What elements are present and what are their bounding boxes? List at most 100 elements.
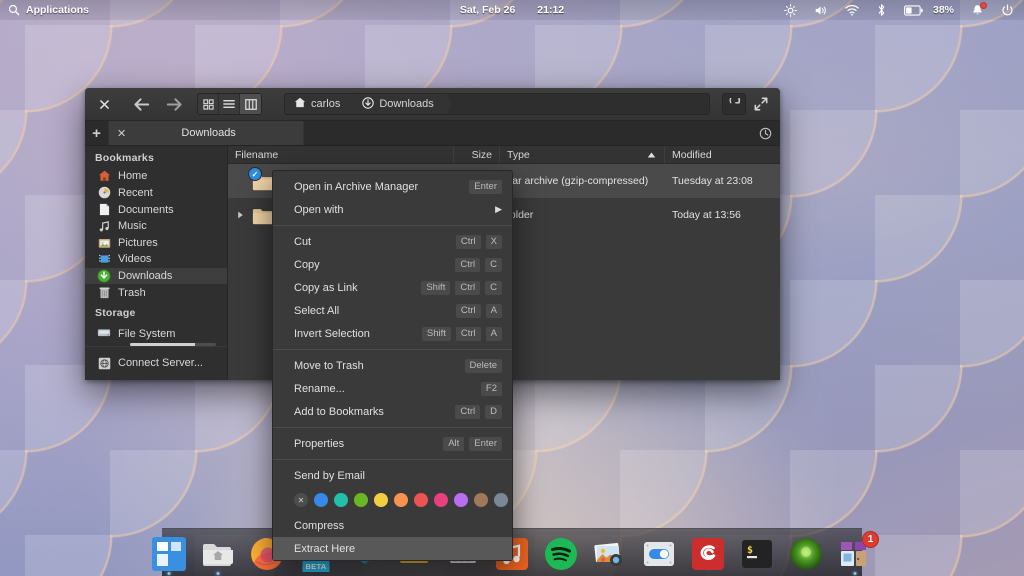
applications-menu-label[interactable]: Applications [26, 4, 89, 16]
sidebar-item-recent[interactable]: Recent [85, 185, 227, 202]
menu-item-shortcut: ShiftCtrlC [421, 281, 502, 295]
shortcut-key: D [485, 405, 502, 419]
color-swatch-no-color[interactable]: ✕ [294, 493, 308, 507]
notification-bell-icon[interactable] [971, 4, 984, 17]
grid-view-button[interactable] [198, 94, 219, 114]
beta-tag: BETA [302, 561, 329, 572]
menu-item-open-with[interactable]: Open with▶ [273, 198, 512, 221]
color-swatch-yellow[interactable] [374, 493, 388, 507]
menu-item-move-to-trash[interactable]: Move to TrashDelete [273, 354, 512, 377]
dock-item-terminal[interactable]: $ [738, 535, 776, 573]
view-mode-switcher[interactable] [197, 93, 262, 115]
color-swatch-red[interactable] [414, 493, 428, 507]
menu-item-shortcut: Enter [469, 180, 502, 194]
sidebar-item-pictures[interactable]: Pictures [85, 235, 227, 252]
menu-item-copy[interactable]: CopyCtrlC [273, 253, 512, 276]
documents-icon [97, 203, 111, 217]
color-tag-row: ✕ [273, 487, 512, 514]
menu-item-send-by-email[interactable]: Send by Email [273, 464, 512, 487]
menu-item-label: Properties [294, 438, 437, 450]
color-swatch-brown[interactable] [474, 493, 488, 507]
connect-server-icon [97, 356, 111, 370]
breadcrumb-item-downloads[interactable]: Downloads [353, 94, 446, 114]
column-header-filename[interactable]: Filename [228, 146, 454, 163]
menu-item-add-to-bookmarks[interactable]: Add to BookmarksCtrlD [273, 400, 512, 423]
column-view-button[interactable] [240, 94, 261, 114]
refresh-icon[interactable] [722, 93, 746, 115]
sidebar-footer: Connect Server... [85, 346, 227, 380]
dock-item-app-launcher[interactable] [150, 535, 188, 573]
brightness-icon[interactable] [784, 4, 797, 17]
tab-downloads[interactable]: ✕ Downloads [108, 121, 304, 145]
download-icon [362, 97, 374, 112]
notification-badge-dot [980, 2, 987, 9]
back-button[interactable] [131, 93, 153, 115]
color-swatch-orange[interactable] [394, 493, 408, 507]
menu-separator [273, 349, 512, 350]
tab-bar-spacer [304, 121, 750, 145]
tab-close-icon[interactable]: ✕ [109, 127, 134, 140]
battery-icon[interactable]: 38% [904, 4, 954, 16]
running-indicator [854, 572, 857, 575]
color-swatch-teal[interactable] [334, 493, 348, 507]
menu-item-shortcut: CtrlC [455, 258, 502, 272]
color-swatch-pink[interactable] [434, 493, 448, 507]
menu-item-compress[interactable]: Compress [273, 514, 512, 537]
menu-item-label: Cut [294, 236, 450, 248]
menu-item-properties[interactable]: PropertiesAltEnter [273, 432, 512, 455]
menu-item-invert-selection[interactable]: Invert SelectionShiftCtrlA [273, 322, 512, 345]
menu-item-open-in-archive-manager[interactable]: Open in Archive ManagerEnter [273, 175, 512, 198]
search-icon[interactable] [8, 4, 20, 16]
sidebar-item-documents[interactable]: Documents [85, 201, 227, 218]
sidebar-item-trash[interactable]: Trash [85, 284, 227, 301]
history-icon[interactable] [750, 121, 780, 145]
menu-item-rename[interactable]: Rename...F2 [273, 377, 512, 400]
column-header-type[interactable]: Type [500, 146, 665, 163]
menu-item-select-all[interactable]: Select AllCtrlA [273, 299, 512, 322]
power-icon[interactable] [1001, 4, 1014, 17]
menu-item-cut[interactable]: CutCtrlX [273, 230, 512, 253]
color-swatch-green[interactable] [354, 493, 368, 507]
dock-item-photos[interactable] [591, 535, 629, 573]
row-expander-icon[interactable] [235, 211, 245, 219]
bluetooth-icon[interactable] [876, 3, 887, 17]
maximize-icon[interactable] [750, 93, 772, 115]
dock-item-elementary-app[interactable] [689, 535, 727, 573]
selected-check-badge: ✓ [248, 167, 262, 181]
forward-button[interactable] [163, 93, 185, 115]
breadcrumb-empty-area[interactable] [447, 94, 709, 114]
shortcut-key: X [486, 235, 502, 249]
close-icon[interactable] [93, 93, 115, 115]
running-indicator [217, 572, 220, 575]
dock-item-orb-app[interactable] [787, 535, 825, 573]
menu-item-label: Select All [294, 305, 450, 317]
color-swatch-slate[interactable] [494, 493, 508, 507]
volume-icon[interactable] [814, 4, 828, 17]
sidebar-item-connect-server[interactable]: Connect Server... [85, 353, 227, 373]
sidebar-item-home[interactable]: Home [85, 168, 227, 185]
wifi-icon[interactable] [845, 4, 859, 16]
list-view-button[interactable] [219, 94, 240, 114]
column-header-modified[interactable]: Modified [665, 146, 780, 163]
menu-item-extract-here[interactable]: Extract Here [273, 537, 512, 560]
breadcrumb[interactable]: carlos Downloads [284, 93, 710, 115]
color-swatch-purple[interactable] [454, 493, 468, 507]
dock-item-system-settings[interactable] [640, 535, 678, 573]
shortcut-key: Enter [469, 437, 502, 451]
sidebar-item-videos[interactable]: Videos [85, 251, 227, 268]
new-tab-button[interactable]: + [85, 121, 108, 145]
panel-date: Sat, Feb 26 [460, 4, 515, 16]
dock-item-files[interactable] [199, 535, 237, 573]
svg-text:$: $ [747, 545, 753, 556]
breadcrumb-item-home[interactable]: carlos [285, 94, 353, 114]
column-header-size[interactable]: Size [454, 146, 500, 163]
dock-item-spotify[interactable] [542, 535, 580, 573]
home-icon [97, 169, 111, 183]
sidebar-item-downloads[interactable]: Downloads [85, 268, 227, 285]
menu-item-copy-as-link[interactable]: Copy as LinkShiftCtrlC [273, 276, 512, 299]
sidebar-item-music[interactable]: Music [85, 218, 227, 235]
dock-item-app-center[interactable]: 1 [836, 535, 874, 573]
sidebar-item-filesystem[interactable]: File System [85, 323, 227, 346]
trash-icon [97, 286, 111, 300]
color-swatch-blue[interactable] [314, 493, 328, 507]
